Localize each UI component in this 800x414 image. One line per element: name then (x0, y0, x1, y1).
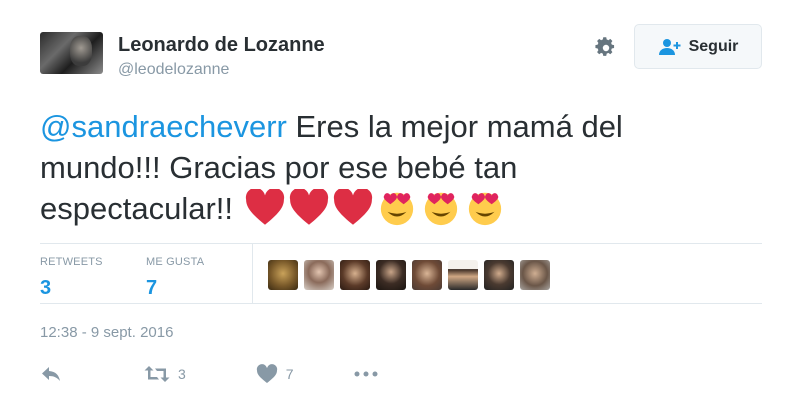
reply-icon (42, 367, 60, 381)
heart-eyes-emoji (424, 192, 457, 226)
tweet-actions: 3 7 (40, 364, 378, 384)
like-button[interactable]: 7 (256, 364, 294, 384)
liker-avatars (268, 260, 550, 290)
likes-label: ME GUSTA (146, 256, 205, 268)
more-button[interactable] (354, 370, 378, 378)
heart-emoji (245, 189, 284, 225)
liker-avatar[interactable] (340, 260, 370, 290)
retweets-count: 3 (40, 277, 52, 299)
gear-icon[interactable] (594, 36, 618, 60)
follow-button-label: Seguir (688, 37, 739, 55)
liker-avatar[interactable] (448, 260, 478, 290)
likes-count: 7 (146, 277, 158, 299)
retweets-label: RETWEETS (40, 256, 103, 268)
stats-separator (252, 244, 253, 303)
follow-button[interactable]: Seguir (634, 24, 762, 69)
retweet-icon (144, 366, 170, 382)
liker-avatar[interactable] (520, 260, 550, 290)
author-name[interactable]: Leonardo de Lozanne (118, 34, 325, 57)
tweet-timestamp[interactable]: 12:38 - 9 sept. 2016 (40, 324, 173, 341)
author-handle[interactable]: @leodelozanne (118, 61, 229, 79)
retweets-stat[interactable]: RETWEETS 3 (40, 256, 103, 300)
heart-eyes-emoji (468, 192, 501, 226)
liker-avatar[interactable] (412, 260, 442, 290)
liker-avatar[interactable] (268, 260, 298, 290)
liker-avatar[interactable] (304, 260, 334, 290)
liker-avatar[interactable] (484, 260, 514, 290)
tweet-text: @sandraecheverr Eres la mejor mamá del m… (40, 106, 680, 229)
retweet-button[interactable]: 3 (144, 364, 186, 384)
retweet-count: 3 (178, 366, 186, 382)
likes-stat[interactable]: ME GUSTA 7 (146, 256, 204, 300)
like-icon (256, 364, 277, 383)
heart-emoji (333, 189, 372, 225)
liker-avatar[interactable] (376, 260, 406, 290)
heart-eyes-emoji (380, 192, 413, 226)
follow-user-icon (658, 38, 681, 55)
more-icon (354, 371, 378, 377)
stats-divider-top (40, 243, 762, 244)
reply-button[interactable] (40, 364, 62, 384)
tweet-mention[interactable]: @sandraecheverr (40, 109, 287, 144)
like-count: 7 (285, 366, 294, 382)
stats-divider-bottom (40, 303, 762, 304)
author-avatar[interactable] (40, 32, 103, 74)
heart-emoji (289, 189, 328, 225)
